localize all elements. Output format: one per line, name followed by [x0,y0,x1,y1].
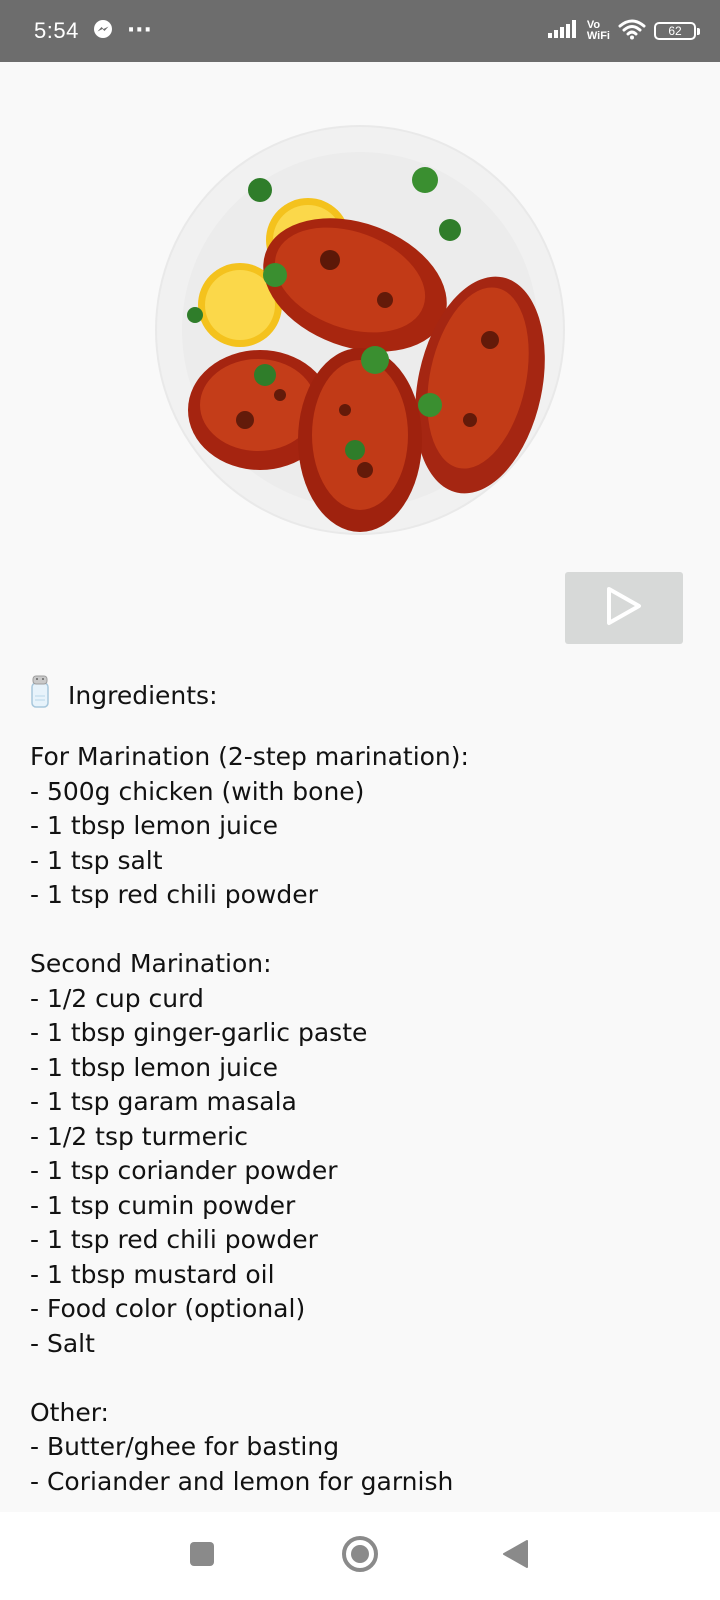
signal-icon [547,19,579,43]
overflow-dots: ··· [126,18,152,43]
play-button[interactable] [565,572,683,644]
other-title: Other: [30,1397,109,1427]
list-item: - 1 tsp salt [30,845,163,875]
list-item: - 1 tbsp mustard oil [30,1259,275,1289]
list-item: - 1/2 cup curd [30,983,204,1013]
messenger-icon [93,19,113,43]
list-item: - 1 tbsp ginger-garlic paste [30,1018,368,1047]
list-item: - Food color (optional) [30,1294,306,1323]
back-button[interactable] [494,1534,538,1578]
list-item: - Butter/ghee for basting [30,1432,340,1461]
list-item: - 1 tsp garam masala [30,1087,297,1116]
message-content: Ingredients: For Marination (2-step mari… [0,62,720,1512]
list-item: - 1 tsp cumin powder [30,1190,296,1220]
vowifi-indicator: Vo WiFi [587,20,610,42]
list-item: - 500g chicken (with bone) [30,776,365,806]
ingredients-heading: Ingredients: [30,672,700,720]
status-left: 5:54 ··· [34,18,152,44]
list-item: - 1 tbsp lemon juice [30,1052,278,1082]
list-item: - 1 tsp coriander powder [30,1156,338,1185]
salt-shaker-icon [30,674,50,718]
list-item: - 1 tbsp lemon juice [30,811,278,840]
play-icon [606,586,642,630]
recipe-text: Ingredients: For Marination (2-step mari… [30,672,700,1499]
recents-button[interactable] [180,1534,224,1578]
tandoori-chicken-plate-image[interactable] [150,120,570,540]
battery-level: 62 [668,24,682,38]
status-bar: 5:54 ··· Vo WiFi 62 [0,0,720,62]
battery-indicator: 62 [654,22,700,40]
status-time: 5:54 [34,18,79,43]
status-right: Vo WiFi 62 [547,18,700,44]
list-item: - 1 tsp red chili powder [30,1225,318,1254]
back-triangle-icon [501,1538,531,1574]
wifi-icon [618,18,646,44]
recents-square-icon [188,1540,216,1572]
marination-title: For Marination (2-step marination): [30,742,469,771]
ingredients-heading-text: Ingredients: [68,680,218,710]
home-circle-icon [340,1534,380,1578]
list-item: - 1/2 tsp turmeric [30,1121,248,1151]
list-item: - 1 tsp red chili powder [30,880,318,909]
list-item: - Salt [30,1328,95,1358]
home-button[interactable] [338,1534,382,1578]
second-marination-title: Second Marination: [30,949,272,978]
navigation-bar [0,1512,720,1600]
wifi-label: WiFi [586,30,610,42]
list-item: - Coriander and lemon for garnish [30,1466,454,1496]
